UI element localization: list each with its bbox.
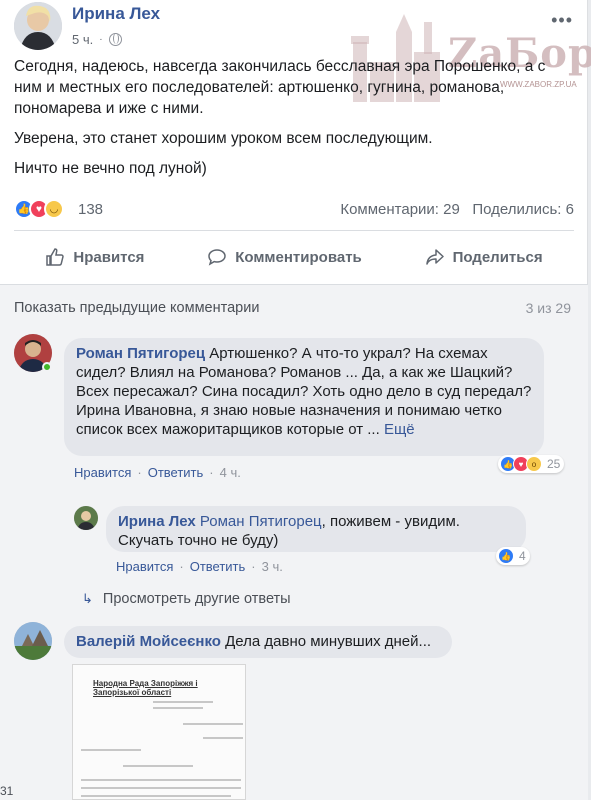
share-button[interactable]: Поделиться <box>425 247 543 267</box>
comment-bubble: Валерій Мойсеєнко Дела давно минувших дн… <box>64 626 452 658</box>
comment-icon <box>208 249 226 266</box>
comments-pager: 3 из 29 <box>525 300 571 316</box>
like-reaction-icon: 👍 <box>498 548 514 564</box>
document-line <box>183 723 243 725</box>
document-line <box>81 795 231 797</box>
document-title: Народна Рада Запоріжжя і Запорізької обл… <box>93 679 198 697</box>
comment-reply-link[interactable]: Ответить <box>148 465 204 480</box>
comment-author[interactable]: Роман Пятигорец <box>76 345 205 362</box>
divider <box>14 230 574 231</box>
shares-count[interactable]: Поделились: 6 <box>472 201 574 218</box>
reply-like-link[interactable]: Нравится <box>116 559 173 574</box>
separator-dot: · <box>99 34 103 45</box>
post-paragraph: Ничто не вечно под луной) <box>14 160 207 177</box>
document-line <box>153 701 213 703</box>
comment-button[interactable]: Комментировать <box>207 247 362 267</box>
attached-document-image[interactable]: Народна Рада Запоріжжя і Запорізької обл… <box>72 664 246 800</box>
document-line <box>81 749 141 751</box>
post-time[interactable]: 5 ч. <box>72 32 93 47</box>
comment-label: Комментировать <box>235 248 362 266</box>
comment-actions: Нравится · Ответить · 4 ч. <box>74 465 241 480</box>
edge-number: 31 <box>0 784 14 798</box>
thumb-up-icon <box>46 248 65 266</box>
separator-dot: · <box>137 465 142 480</box>
like-button[interactable]: Нравится <box>45 247 144 267</box>
comment-text: Дела давно минувших дней... <box>220 633 432 650</box>
reply-time[interactable]: 3 ч. <box>262 559 283 574</box>
document-line <box>203 737 243 739</box>
reply-arrow-icon: ↳ <box>82 591 93 606</box>
show-previous-comments-link[interactable]: Показать предыдущие комментарии <box>14 300 259 316</box>
reactions-bar: 👍 ♥ ◡ 138 Комментарии: 29 Поделились: 6 <box>14 199 574 221</box>
share-label: Поделиться <box>452 248 543 266</box>
post-stats: Комментарии: 29 Поделились: 6 <box>340 201 574 218</box>
commenter-avatar[interactable] <box>14 622 52 660</box>
post-meta: 5 ч. · <box>72 32 122 47</box>
reply-actions: Нравится · Ответить · 3 ч. <box>116 559 283 574</box>
see-more-link[interactable]: Ещё <box>384 421 415 438</box>
reply-reactions[interactable]: 👍 4 <box>496 547 530 565</box>
comment-time[interactable]: 4 ч. <box>220 465 241 480</box>
post-paragraph: Сегодня, надеюсь, навсегда закончилась б… <box>14 58 546 117</box>
reply-author-avatar[interactable] <box>74 506 98 530</box>
comment-reactions[interactable]: 👍 ♥ o 25 <box>498 455 565 473</box>
haha-reaction-icon: ◡ <box>44 199 64 219</box>
reply-reply-link[interactable]: Ответить <box>190 559 246 574</box>
reply-reaction-count: 4 <box>519 549 526 563</box>
globe-icon <box>108 33 122 46</box>
reply-author[interactable]: Ирина Лех <box>118 513 196 530</box>
view-more-replies[interactable]: ↳ Просмотреть другие ответы <box>82 591 291 607</box>
view-more-replies-label: Просмотреть другие ответы <box>102 591 291 607</box>
comment-bubble: Роман Пятигорец Артюшенко? А что-то укра… <box>64 338 544 456</box>
post-actions: Нравится Комментировать Поделиться <box>14 236 574 278</box>
separator-dot: · <box>179 559 184 574</box>
comment-author[interactable]: Валерій Мойсеєнко <box>76 633 221 650</box>
separator-dot: · <box>209 465 214 480</box>
post-paragraph: Уверена, это станет хорошим уроком всем … <box>14 130 433 147</box>
comment-reaction-count: 25 <box>547 457 561 471</box>
document-line <box>81 779 241 781</box>
document-line <box>81 787 241 789</box>
reply-mention[interactable]: Роман Пятигорец <box>200 513 322 530</box>
wow-reaction-icon: o <box>526 456 542 472</box>
post-card: Ирина Лех 5 ч. · ••• ZaБор WWW.ZABOR.ZP.… <box>0 0 591 800</box>
share-arrow-icon <box>425 249 444 265</box>
post-author[interactable]: Ирина Лех <box>72 4 160 24</box>
like-label: Нравится <box>73 248 145 266</box>
reactions-count[interactable]: 138 <box>78 201 103 218</box>
reply-bubble: Ирина Лех Роман Пятигорец, поживем - уви… <box>106 506 526 552</box>
reaction-icons[interactable]: 👍 ♥ ◡ <box>14 199 64 219</box>
online-status-icon <box>42 362 52 372</box>
separator-dot: · <box>251 559 256 574</box>
comments-count[interactable]: Комментарии: 29 <box>340 201 460 218</box>
document-line <box>153 707 203 709</box>
document-line <box>123 765 193 767</box>
divider <box>0 284 588 285</box>
comment-like-link[interactable]: Нравится <box>74 465 131 480</box>
post-body: Сегодня, надеюсь, навсегда закончилась б… <box>14 56 574 188</box>
author-avatar[interactable] <box>14 2 62 50</box>
